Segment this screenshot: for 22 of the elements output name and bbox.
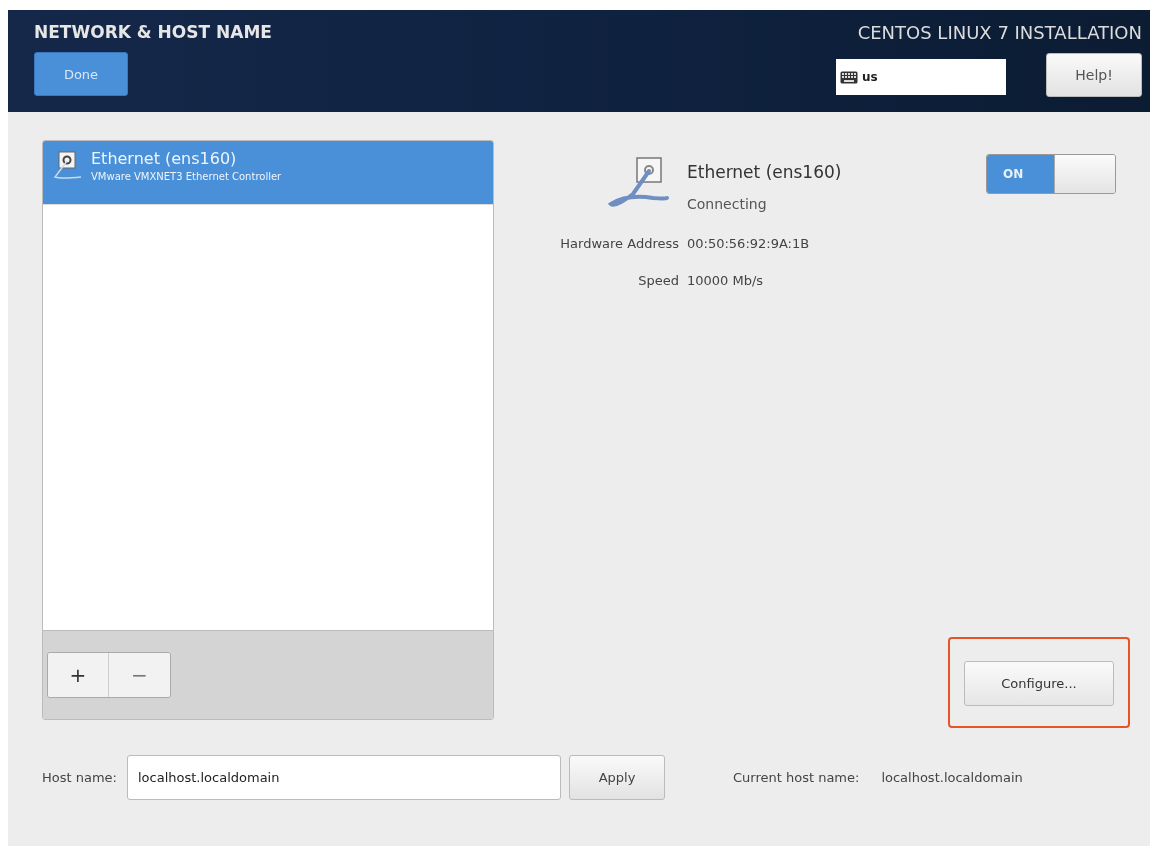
host-name-label: Host name: bbox=[42, 770, 117, 785]
property-label: Speed bbox=[637, 273, 679, 288]
page-title: NETWORK & HOST NAME bbox=[34, 22, 272, 42]
apply-button[interactable]: Apply bbox=[569, 755, 665, 800]
property-value: 10000 Mb/s bbox=[687, 273, 765, 288]
keyboard-layout-field[interactable]: us bbox=[836, 59, 1006, 95]
current-host-name-label: Current host name: bbox=[733, 770, 860, 785]
device-title: Ethernet (ens160) bbox=[687, 162, 842, 182]
property-value: 00:50:56:92:9A:1B bbox=[687, 236, 811, 251]
connection-status: Connecting bbox=[687, 196, 768, 212]
product-title: CENTOS LINUX 7 INSTALLATION bbox=[857, 22, 1142, 43]
remove-button[interactable]: − bbox=[109, 653, 170, 697]
device-name: Ethernet (ens160) bbox=[91, 149, 238, 168]
configure-button[interactable]: Configure... bbox=[964, 661, 1114, 706]
current-host-name: localhost.localdomain bbox=[881, 770, 1023, 785]
device-description: VMware VMXNET3 Ethernet Controller bbox=[91, 171, 282, 182]
property-label: Hardware Address bbox=[559, 236, 679, 251]
help-button[interactable]: Help! bbox=[1046, 53, 1142, 97]
keyboard-icon bbox=[840, 70, 858, 84]
add-button[interactable]: + bbox=[48, 653, 109, 697]
host-name-field[interactable]: localhost.localdomain bbox=[127, 755, 561, 800]
keyboard-layout-text: us bbox=[862, 70, 878, 84]
